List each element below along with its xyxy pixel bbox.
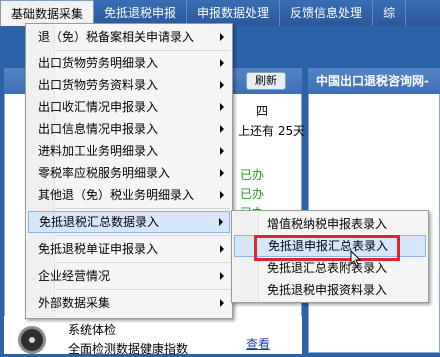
dropdown-item-business-operation[interactable]: 企业经营情况: [28, 265, 230, 287]
submenu-item-summary-table[interactable]: 免抵退申报汇总表录入: [234, 235, 426, 257]
menu-feedback-processing[interactable]: 反馈信息处理: [280, 0, 374, 26]
dropdown-item-export-information[interactable]: 出口信息情况申报录入: [28, 118, 230, 140]
menu-comprehensive[interactable]: 综: [373, 0, 407, 26]
submenu-arrow-icon: [220, 169, 224, 177]
menu-separator: [56, 50, 230, 51]
submenu-item-declaration-material[interactable]: 免抵退税申报资料录入: [234, 279, 426, 301]
submenu-arrow-icon: [220, 299, 224, 307]
dropdown-item-other-refund[interactable]: 其他退（免）税业务明细录入: [28, 184, 230, 206]
right-panel-title: 中国出口退税咨询网-: [308, 68, 440, 94]
system-check-desc: 全面检测数据健康指数: [68, 342, 189, 356]
basic-data-dropdown: 退（免）税备案相关申请录入 出口货物劳务明细录入 出口货物劳务资料录入 出口收汇…: [25, 23, 233, 319]
submenu-arrow-icon: [220, 125, 224, 133]
submenu-arrow-icon: [219, 218, 223, 226]
status-done-1: 已办: [240, 168, 265, 182]
submenu-item-vat-return[interactable]: 增值税纳税申报表录入: [234, 213, 426, 235]
dropdown-item-export-goods-detail[interactable]: 出口货物劳务明细录入: [28, 52, 230, 74]
menu-separator: [56, 235, 230, 236]
dropdown-item-external-data[interactable]: 外部数据采集: [28, 292, 230, 314]
submenu-arrow-icon: [220, 33, 224, 41]
dropdown-item-zero-rate-service[interactable]: 零税率应税服务明细录入: [28, 162, 230, 184]
submenu-arrow-icon: [220, 147, 224, 155]
dropdown-item-export-goods-info[interactable]: 出口货物劳务资料录入: [28, 74, 230, 96]
dropdown-item-processing-trade[interactable]: 进料加工业务明细录入: [28, 140, 230, 162]
dropdown-item-filing-application[interactable]: 退（免）税备案相关申请录入: [28, 26, 230, 48]
dropdown-item-summary-data[interactable]: 免抵退税汇总数据录入: [28, 211, 230, 233]
system-check-title: 系统体检: [68, 323, 117, 337]
submenu-arrow-icon: [220, 81, 224, 89]
day-fragment: 四: [256, 104, 269, 118]
submenu-arrow-icon: [220, 59, 224, 67]
menu-separator: [56, 289, 230, 290]
menu-separator: [56, 262, 230, 263]
submenu-arrow-icon: [220, 103, 224, 111]
summary-data-submenu: 增值税纳税申报表录入 免抵退申报汇总表录入 免抵退汇总表附表录入 免抵退税申报资…: [231, 210, 429, 303]
menu-separator: [56, 208, 230, 209]
submenu-arrow-icon: [220, 272, 224, 280]
submenu-item-summary-appendix[interactable]: 免抵退汇总表附表录入: [234, 257, 426, 279]
deadline-text: 上还有 25天: [238, 124, 306, 138]
submenu-arrow-icon: [220, 191, 224, 199]
dropdown-item-document-declaration[interactable]: 免抵退税单证申报录入: [28, 238, 230, 260]
submenu-arrow-icon: [220, 245, 224, 253]
dropdown-item-export-receipt[interactable]: 出口收汇情况申报录入: [28, 96, 230, 118]
mouse-cursor-icon: [350, 250, 362, 268]
view-link[interactable]: 查看: [246, 335, 270, 352]
refresh-button[interactable]: 刷新: [246, 72, 286, 90]
system-check-icon: [18, 326, 46, 354]
status-done-2: 已办: [240, 187, 265, 201]
